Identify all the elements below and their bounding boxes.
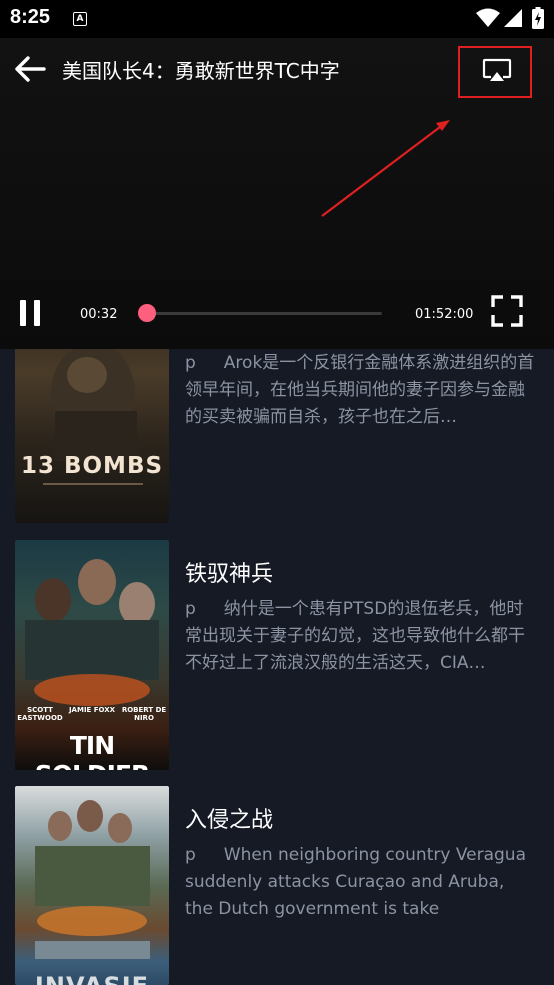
pause-button[interactable] [18, 298, 44, 328]
current-time: 00:32 [80, 307, 118, 322]
item-description: p Arok是一个反银行金融体系激进组织的首领早年间，在他当兵期间他的妻子因参与金… [185, 353, 535, 427]
status-time: 8:25 [10, 6, 51, 28]
cellular-icon [504, 9, 522, 27]
notification-icon: A [73, 12, 87, 26]
item-title[interactable]: 入侵之战 [185, 802, 273, 834]
item-description: p 纳什是一个患有PTSD的退伍老兵，他时常出现关于妻子的幻觉，这也导致他什么都干… [185, 599, 525, 673]
poster-image[interactable]: SCOTT EASTWOOD JAMIE FOXX ROBERT DE NIRO… [15, 540, 169, 770]
fullscreen-button[interactable] [490, 294, 524, 328]
wifi-icon [476, 8, 500, 27]
cast-icon [482, 58, 512, 81]
cast-button[interactable] [458, 46, 532, 98]
seek-thumb[interactable] [138, 304, 157, 322]
video-player[interactable]: 美国队长4：勇敢新世界TC中字 00:32 01:52:00 [0, 38, 554, 349]
poster-title: 13 BOMBS [20, 453, 164, 479]
poster-title: TIN SOLDIER [35, 731, 151, 770]
poster-image[interactable]: INVASIE [15, 786, 169, 985]
back-button[interactable] [14, 54, 48, 84]
seek-bar[interactable] [146, 312, 382, 315]
fullscreen-icon [491, 295, 523, 327]
status-bar: 8:25 A [0, 0, 554, 38]
item-description: p When neighboring country Veragua sudden… [185, 845, 526, 919]
pause-icon [20, 300, 26, 326]
item-title[interactable]: 铁驭神兵 [185, 556, 273, 588]
duration-time: 01:52:00 [415, 307, 474, 322]
poster-title: INVASIE [15, 972, 169, 985]
video-list[interactable]: 13 BOMBS p Arok是一个反银行金融体系激进组织的首领早年间，在他当兵期… [0, 349, 554, 985]
annotation-arrow-icon [321, 120, 450, 217]
poster-image[interactable]: 13 BOMBS [15, 349, 169, 523]
back-arrow-icon [15, 56, 46, 82]
video-title: 美国队长4：勇敢新世界TC中字 [62, 59, 340, 83]
poster-credits: SCOTT EASTWOOD JAMIE FOXX ROBERT DE NIRO [17, 706, 167, 722]
battery-icon [532, 7, 544, 29]
